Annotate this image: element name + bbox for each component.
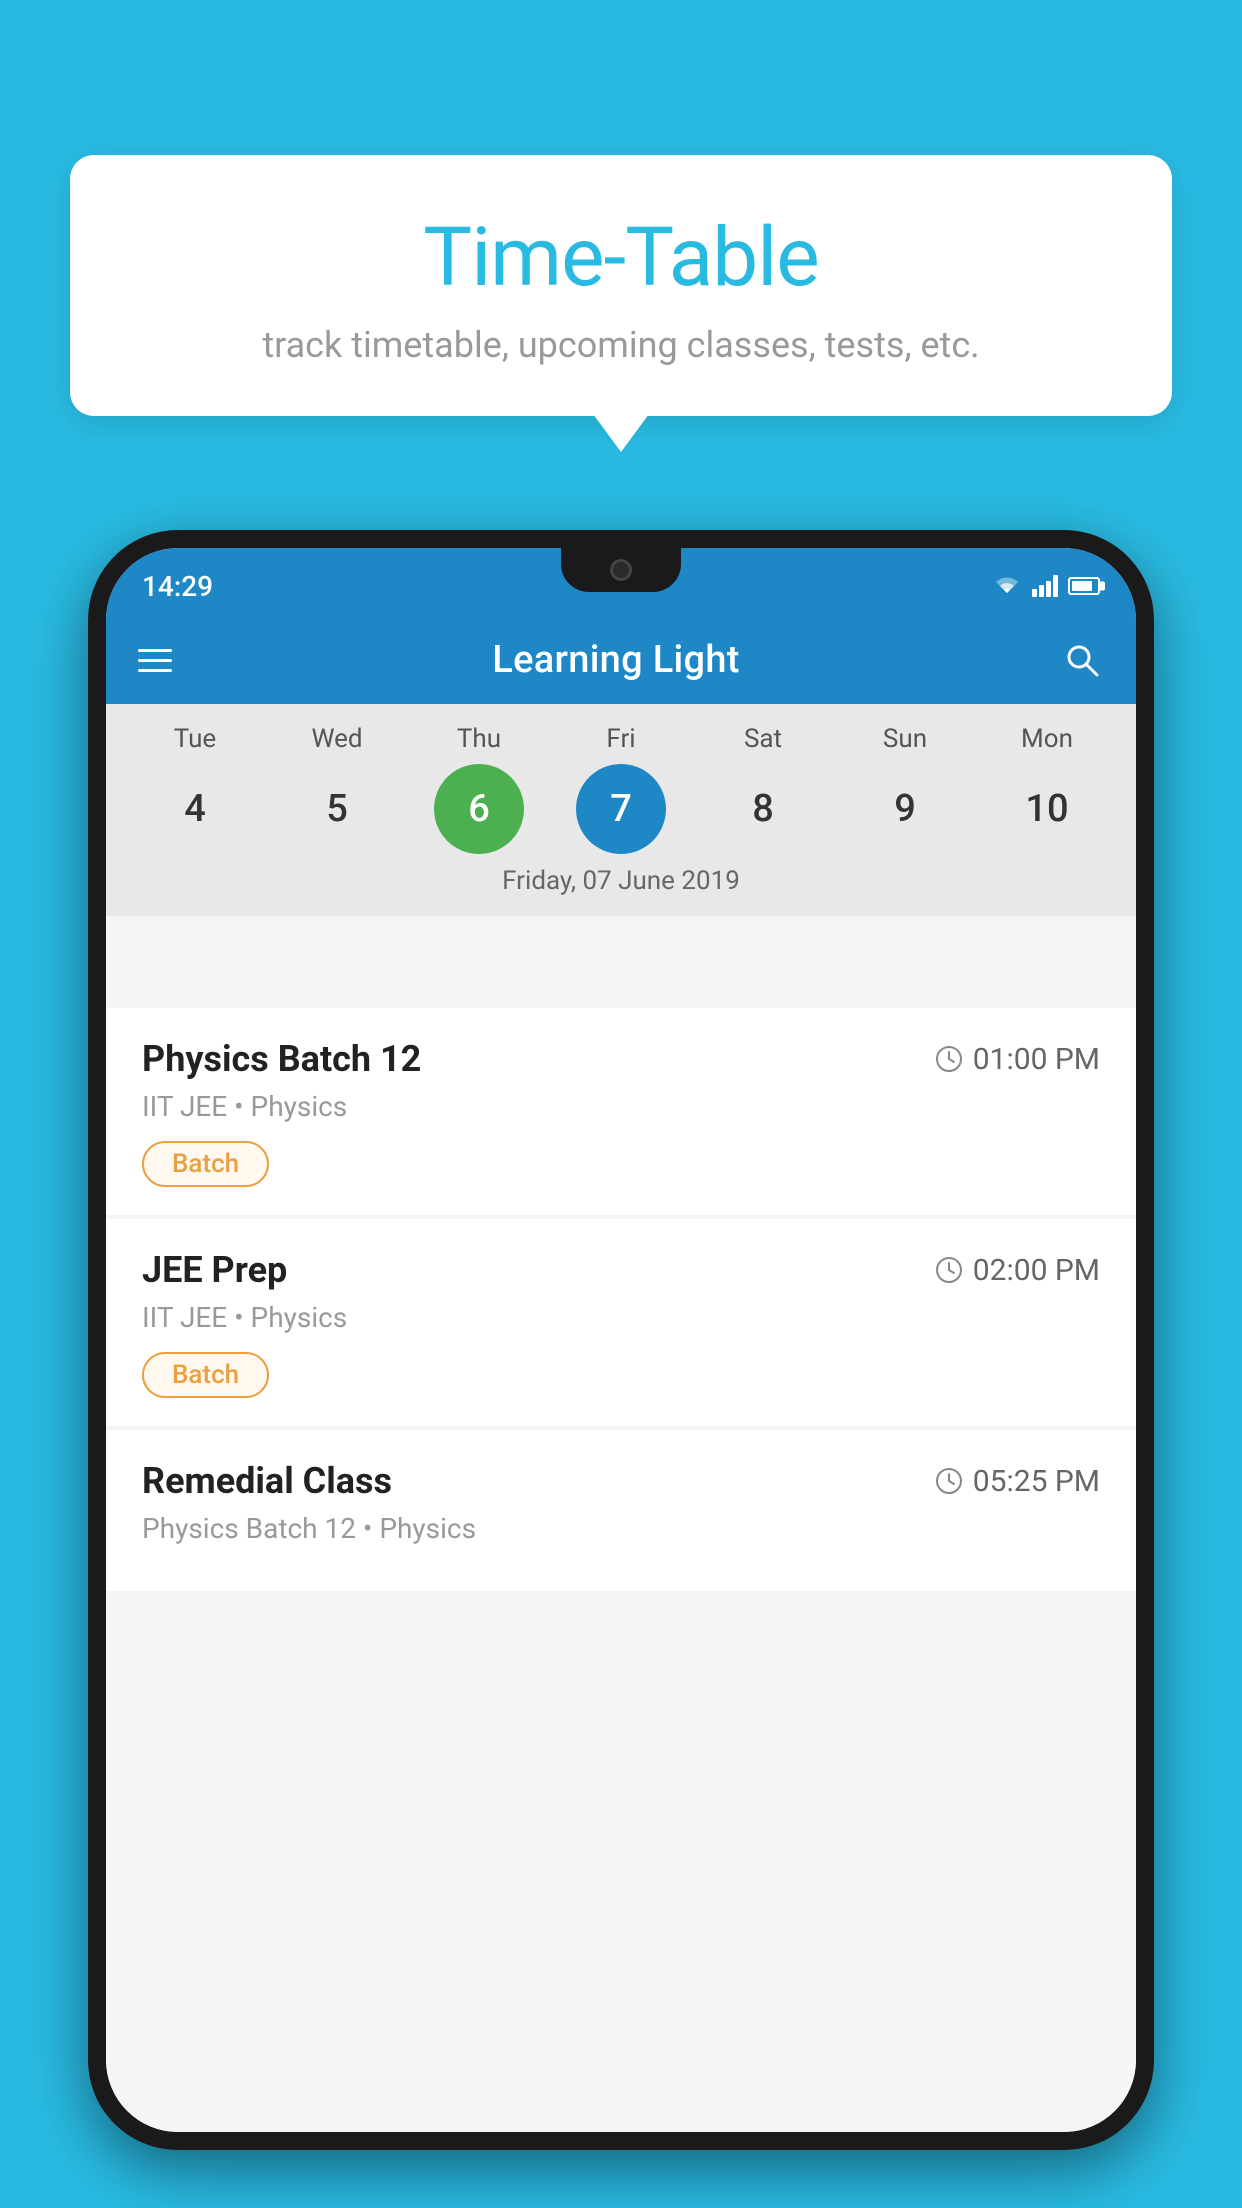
status-time: 14:29 [142, 562, 213, 603]
schedule-item-title: Remedial Class [142, 1460, 392, 1502]
batch-badge: Batch [142, 1352, 269, 1398]
schedule-item-0[interactable]: Physics Batch 12 01:00 PM IIT JEE • Phys… [106, 1008, 1136, 1215]
hamburger-menu-button[interactable] [138, 649, 172, 672]
day-header-tue: Tue [150, 724, 240, 754]
tooltip-card: Time-Table track timetable, upcoming cla… [70, 155, 1172, 416]
day-header-thu: Thu [434, 724, 524, 754]
schedule-item-header: JEE Prep 02:00 PM [142, 1249, 1100, 1291]
schedule-item-header: Remedial Class 05:25 PM [142, 1460, 1100, 1502]
clock-icon [935, 1045, 963, 1073]
schedule-item-1[interactable]: JEE Prep 02:00 PM IIT JEE • Physics Batc… [106, 1219, 1136, 1426]
day-num-7[interactable]: 7 [576, 764, 666, 854]
schedule-list: Physics Batch 12 01:00 PM IIT JEE • Phys… [106, 1008, 1136, 2132]
day-numbers[interactable]: 456789 10 [106, 764, 1136, 854]
search-icon [1063, 641, 1101, 679]
wifi-icon [992, 575, 1022, 597]
schedule-item-header: Physics Batch 12 01:00 PM [142, 1038, 1100, 1080]
day-header-fri: Fri [576, 724, 666, 754]
schedule-item-title: JEE Prep [142, 1249, 287, 1291]
day-num-4[interactable]: 4 [150, 764, 240, 854]
app-title: Learning Light [172, 638, 1060, 682]
day-num-5[interactable]: 5 [292, 764, 382, 854]
batch-badge: Batch [142, 1141, 269, 1187]
phone-screen: 14:29 [106, 548, 1136, 2132]
calendar-strip: Tue Wed Thu Fri Sat Sun Mon 456789 10 Friday, 0… [106, 704, 1136, 916]
status-icons [992, 567, 1100, 597]
schedule-item-title: Physics Batch 12 [142, 1038, 421, 1080]
clock-icon [935, 1467, 963, 1495]
app-bar: Learning Light [106, 616, 1136, 704]
signal-icon [1032, 575, 1058, 597]
day-header-mon: Mon [1002, 724, 1092, 754]
day-header-sun: Sun [860, 724, 950, 754]
day-header-wed: Wed [292, 724, 382, 754]
tooltip-subtitle: track timetable, upcoming classes, tests… [130, 324, 1112, 366]
battery-icon [1068, 577, 1100, 595]
day-num-10[interactable]: 10 [1002, 764, 1092, 854]
schedule-item-sub: IIT JEE • Physics [142, 1090, 1100, 1123]
tooltip-title: Time-Table [130, 210, 1112, 306]
notch [561, 548, 681, 592]
schedule-item-time: 02:00 PM [935, 1253, 1100, 1288]
schedule-item-sub: IIT JEE • Physics [142, 1301, 1100, 1334]
schedule-item-2[interactable]: Remedial Class 05:25 PM Physics Batch 12… [106, 1430, 1136, 1591]
schedule-item-time: 01:00 PM [935, 1042, 1100, 1077]
schedule-item-time: 05:25 PM [935, 1464, 1100, 1499]
day-header-sat: Sat [718, 724, 808, 754]
day-num-6[interactable]: 6 [434, 764, 524, 854]
search-button[interactable] [1060, 638, 1104, 682]
day-num-8[interactable]: 8 [718, 764, 808, 854]
day-num-9[interactable]: 9 [860, 764, 950, 854]
schedule-item-sub: Physics Batch 12 • Physics [142, 1512, 1100, 1545]
phone-mockup: 14:29 [88, 530, 1154, 2150]
clock-icon [935, 1256, 963, 1284]
day-headers: Tue Wed Thu Fri Sat Sun Mon [106, 724, 1136, 754]
front-camera [610, 559, 632, 581]
selected-date-label: Friday, 07 June 2019 [106, 866, 1136, 900]
